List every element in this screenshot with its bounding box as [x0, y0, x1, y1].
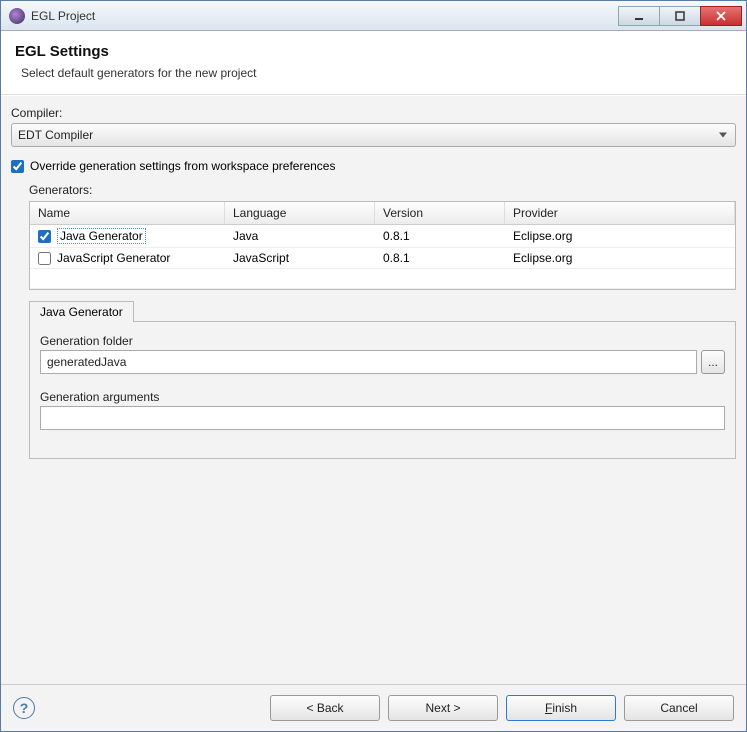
- tab-label: Java Generator: [40, 305, 123, 319]
- ellipsis-icon: ...: [708, 355, 718, 369]
- help-icon: ?: [20, 700, 29, 716]
- col-version-header[interactable]: Version: [375, 202, 505, 224]
- col-provider-header[interactable]: Provider: [505, 202, 735, 224]
- generation-arguments-input[interactable]: [40, 406, 725, 430]
- wizard-content: Compiler: EDT Compiler Override generati…: [1, 95, 746, 684]
- col-name-header[interactable]: Name: [30, 202, 225, 224]
- browse-button[interactable]: ...: [701, 350, 725, 374]
- generation-folder-input[interactable]: [40, 350, 697, 374]
- row-name-cell: JavaScript Generator: [30, 248, 225, 268]
- cancel-button[interactable]: Cancel: [624, 695, 734, 721]
- row-name-cell: Java Generator: [30, 225, 225, 247]
- dialog-window: EGL Project EGL Settings Select default …: [0, 0, 747, 732]
- tab-java-generator[interactable]: Java Generator: [29, 301, 134, 322]
- help-button[interactable]: ?: [13, 697, 35, 719]
- back-button[interactable]: < Back: [270, 695, 380, 721]
- compiler-dropdown[interactable]: EDT Compiler: [11, 123, 736, 147]
- col-language-header[interactable]: Language: [225, 202, 375, 224]
- row-version: 0.8.1: [375, 248, 505, 268]
- generators-label: Generators:: [29, 183, 736, 197]
- page-title: EGL Settings: [15, 43, 732, 60]
- window-title: EGL Project: [31, 9, 619, 23]
- row-provider: Eclipse.org: [505, 248, 735, 268]
- tab-body: Generation folder ... Generation argumen…: [29, 321, 736, 459]
- wizard-header: EGL Settings Select default generators f…: [1, 31, 746, 95]
- wizard-footer: ? < Back Next > Finish Cancel: [1, 684, 746, 731]
- finish-button[interactable]: Finish: [506, 695, 616, 721]
- compiler-label: Compiler:: [11, 106, 736, 120]
- row-version: 0.8.1: [375, 226, 505, 246]
- page-subtitle: Select default generators for the new pr…: [21, 66, 732, 80]
- table-row-empty: [30, 269, 735, 289]
- generation-arguments-group: Generation arguments: [40, 386, 725, 430]
- row-name: Java Generator: [57, 228, 146, 244]
- override-checkbox[interactable]: [11, 160, 24, 173]
- row-language: JavaScript: [225, 248, 375, 268]
- generation-arguments-label: Generation arguments: [40, 390, 725, 404]
- close-icon: [716, 11, 726, 21]
- row-checkbox[interactable]: [38, 252, 51, 265]
- next-button[interactable]: Next >: [388, 695, 498, 721]
- override-label: Override generation settings from worksp…: [30, 159, 335, 173]
- row-provider: Eclipse.org: [505, 226, 735, 246]
- row-name: JavaScript Generator: [57, 251, 170, 265]
- generation-folder-label: Generation folder: [40, 334, 725, 348]
- generators-table: Name Language Version Provider Java Gene…: [29, 201, 736, 290]
- table-row[interactable]: Java Generator Java 0.8.1 Eclipse.org: [30, 225, 735, 248]
- compiler-selected: EDT Compiler: [18, 128, 93, 142]
- row-language: Java: [225, 226, 375, 246]
- minimize-icon: [634, 11, 644, 21]
- maximize-button[interactable]: [659, 6, 701, 26]
- window-controls: [619, 6, 742, 26]
- app-icon: [9, 8, 25, 24]
- generators-block: Generators: Name Language Version Provid…: [29, 183, 736, 459]
- override-row: Override generation settings from worksp…: [11, 159, 736, 173]
- close-button[interactable]: [700, 6, 742, 26]
- generation-folder-group: Generation folder ...: [40, 330, 725, 374]
- row-checkbox[interactable]: [38, 230, 51, 243]
- maximize-icon: [675, 11, 685, 21]
- minimize-button[interactable]: [618, 6, 660, 26]
- table-header: Name Language Version Provider: [30, 202, 735, 225]
- generator-tab-area: Java Generator Generation folder ...: [29, 300, 736, 459]
- table-row[interactable]: JavaScript Generator JavaScript 0.8.1 Ec…: [30, 248, 735, 269]
- footer-buttons: < Back Next > Finish Cancel: [270, 695, 734, 721]
- titlebar[interactable]: EGL Project: [1, 1, 746, 31]
